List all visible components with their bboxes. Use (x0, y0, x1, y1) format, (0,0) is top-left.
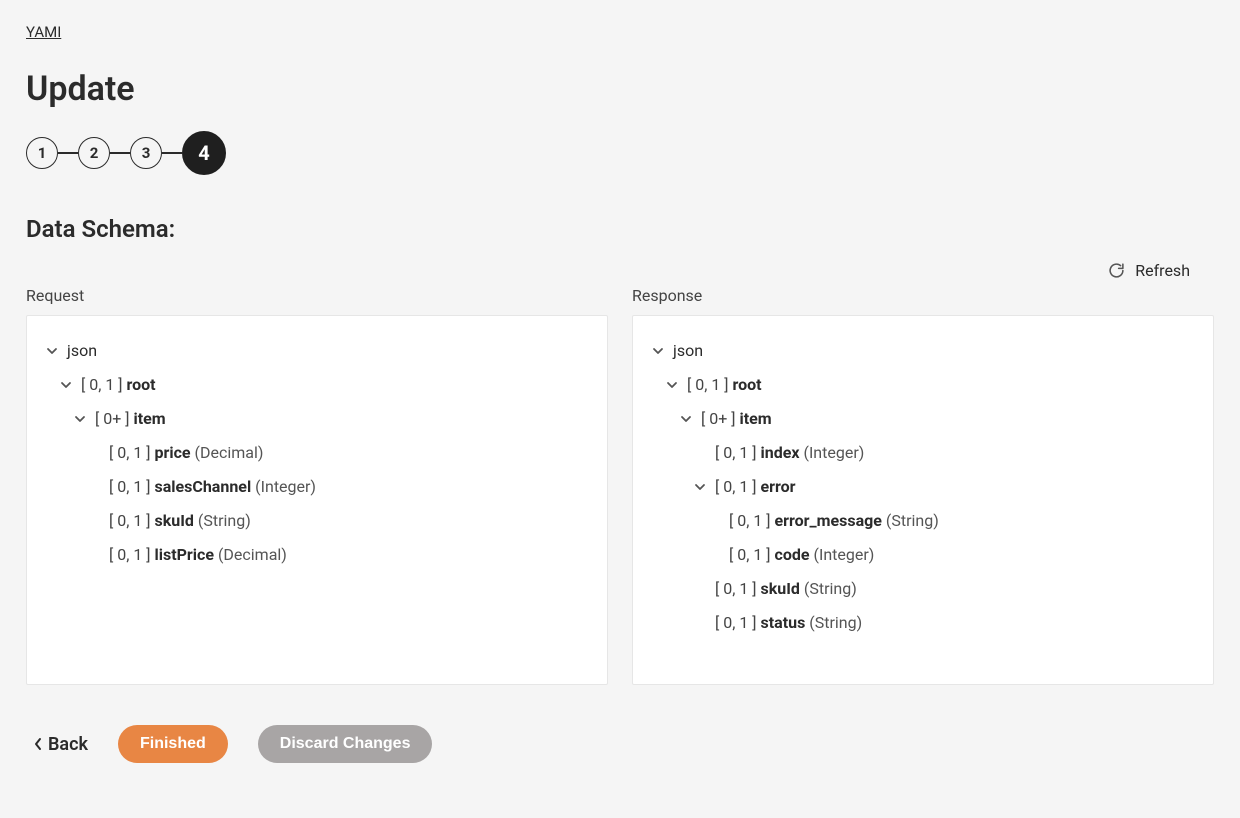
request-tree-row: [ 0, 1 ] root (45, 368, 589, 402)
step-3[interactable]: 3 (130, 137, 162, 169)
response-tree-row: json (651, 334, 1195, 368)
request-panel: json [ 0, 1 ] root [ 0+ ] item [ 0, 1 ] pri… (26, 315, 608, 685)
tree-node-label[interactable]: [ 0+ ] item (701, 407, 772, 431)
tree-node-label[interactable]: [ 0, 1 ] error (715, 475, 796, 499)
response-panel: json [ 0, 1 ] root [ 0+ ] item [ 0, 1 ] ind… (632, 315, 1214, 685)
response-tree-row: [ 0, 1 ] skuId (String) (651, 572, 1195, 606)
back-label: Back (48, 734, 88, 755)
chevron-down-icon[interactable] (679, 413, 693, 425)
request-tree-row: [ 0, 1 ] price (Decimal) (45, 436, 589, 470)
response-tree-row: [ 0, 1 ] root (651, 368, 1195, 402)
tree-node-label: [ 0, 1 ] index (Integer) (715, 441, 864, 465)
response-panel-label: Response (632, 286, 1214, 305)
response-tree-row: [ 0, 1 ] code (Integer) (651, 538, 1195, 572)
tree-node-label: [ 0, 1 ] salesChannel (Integer) (109, 475, 316, 499)
breadcrumb: YAMI (26, 22, 1214, 41)
tree-node-label: [ 0, 1 ] status (String) (715, 611, 862, 635)
request-panel-label: Request (26, 286, 608, 305)
response-tree-row: [ 0, 1 ] error_message (String) (651, 504, 1195, 538)
response-tree-row: [ 0, 1 ] index (Integer) (651, 436, 1195, 470)
request-tree-row: [ 0, 1 ] salesChannel (Integer) (45, 470, 589, 504)
chevron-left-icon (34, 737, 42, 751)
tree-node-label[interactable]: json (67, 339, 97, 363)
section-title: Data Schema: (26, 215, 1214, 243)
tree-node-label: [ 0, 1 ] listPrice (Decimal) (109, 543, 287, 567)
tree-node-label[interactable]: json (673, 339, 703, 363)
refresh-icon (1108, 262, 1125, 279)
chevron-down-icon[interactable] (651, 345, 665, 357)
request-tree-row: [ 0, 1 ] skuId (String) (45, 504, 589, 538)
tree-node-label[interactable]: [ 0, 1 ] root (687, 373, 762, 397)
step-4[interactable]: 4 (182, 131, 226, 175)
chevron-down-icon[interactable] (693, 481, 707, 493)
tree-node-label: [ 0, 1 ] error_message (String) (729, 509, 939, 533)
discard-changes-button[interactable]: Discard Changes (258, 725, 433, 763)
step-separator (162, 152, 182, 154)
chevron-down-icon[interactable] (665, 379, 679, 391)
tree-node-label[interactable]: [ 0+ ] item (95, 407, 166, 431)
tree-node-label: [ 0, 1 ] code (Integer) (729, 543, 874, 567)
step-separator (58, 152, 78, 154)
chevron-down-icon[interactable] (45, 345, 59, 357)
breadcrumb-root-link[interactable]: YAMI (26, 23, 61, 41)
step-2[interactable]: 2 (78, 137, 110, 169)
step-1[interactable]: 1 (26, 137, 58, 169)
page-title: Update (26, 69, 1214, 109)
tree-node-label: [ 0, 1 ] skuId (String) (109, 509, 251, 533)
back-button[interactable]: Back (34, 734, 88, 755)
tree-node-label[interactable]: [ 0, 1 ] root (81, 373, 156, 397)
request-tree-row: json (45, 334, 589, 368)
refresh-button[interactable]: Refresh (1108, 261, 1190, 280)
request-tree-row: [ 0+ ] item (45, 402, 589, 436)
chevron-down-icon[interactable] (59, 379, 73, 391)
chevron-down-icon[interactable] (73, 413, 87, 425)
refresh-label: Refresh (1135, 261, 1190, 280)
response-tree-row: [ 0, 1 ] status (String) (651, 606, 1195, 640)
stepper: 1234 (26, 131, 1214, 175)
step-separator (110, 152, 130, 154)
response-tree-row: [ 0, 1 ] error (651, 470, 1195, 504)
tree-node-label: [ 0, 1 ] price (Decimal) (109, 441, 263, 465)
response-tree-row: [ 0+ ] item (651, 402, 1195, 436)
finished-button[interactable]: Finished (118, 725, 228, 763)
request-tree-row: [ 0, 1 ] listPrice (Decimal) (45, 538, 589, 572)
tree-node-label: [ 0, 1 ] skuId (String) (715, 577, 857, 601)
